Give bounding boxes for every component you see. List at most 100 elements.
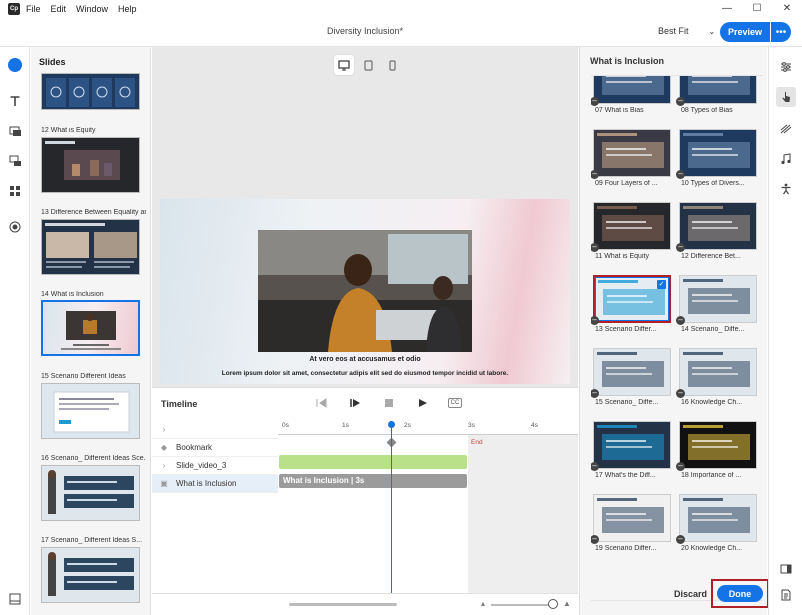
slide-picker-item[interactable]: –09 Four Layers of ... <box>591 129 671 191</box>
slide-picker-item[interactable]: –12 Difference Bet... <box>676 202 757 264</box>
slide-picker-thumbnail[interactable] <box>593 129 671 177</box>
more-options-button[interactable]: ••• <box>771 22 791 42</box>
slide-picker-thumbnail[interactable] <box>679 421 757 469</box>
slide-picker-item[interactable]: –11 What is Equity <box>591 202 671 264</box>
remove-icon[interactable]: – <box>676 535 685 544</box>
accessibility-icon[interactable] <box>778 181 794 197</box>
slide-picker-thumbnail[interactable] <box>679 494 757 542</box>
slide-picker-thumbnail[interactable] <box>593 421 671 469</box>
slide-thumbnail-17[interactable] <box>41 547 140 603</box>
slide-thumbnail-15[interactable] <box>41 383 140 439</box>
desktop-icon[interactable] <box>334 55 354 75</box>
remove-icon[interactable]: – <box>591 243 599 252</box>
timeline-row-expand[interactable]: › <box>152 421 278 439</box>
interactions-icon[interactable] <box>7 153 23 169</box>
tablet-icon[interactable] <box>358 55 378 75</box>
effects-icon[interactable] <box>778 121 794 137</box>
remove-icon[interactable]: – <box>676 170 685 179</box>
remove-icon[interactable]: – <box>676 462 685 471</box>
timeline-row-slide[interactable]: ▣ What is Inclusion <box>152 475 278 493</box>
slide-thumbnail-12[interactable] <box>41 137 140 193</box>
slide-picker-item[interactable]: –07 What is Bias <box>591 76 671 118</box>
playback-controls: CC <box>312 395 462 411</box>
slide-picker-item[interactable]: –14 Scenario_ Diffe... <box>676 275 757 337</box>
zoom-fit-select[interactable]: Best Fit ⌄ <box>658 26 715 36</box>
menu-window[interactable]: Window <box>76 4 108 14</box>
maximize-button[interactable]: ☐ <box>742 0 772 17</box>
menu-file[interactable]: File <box>26 4 41 14</box>
slide-picker-item[interactable]: –10 Types of Divers... <box>676 129 757 191</box>
menu-help[interactable]: Help <box>118 4 137 14</box>
slide-picker-thumbnail[interactable] <box>679 348 757 396</box>
slide-thumbnail-13[interactable] <box>41 219 140 275</box>
timeline-row-bookmark[interactable]: ◆ Bookmark <box>152 439 278 457</box>
close-button[interactable]: ✕ <box>772 0 802 17</box>
remove-icon[interactable]: – <box>591 170 599 179</box>
slide-picker-thumbnail[interactable] <box>593 494 671 542</box>
slide-picker-item[interactable]: –17 What's the Diff... <box>591 421 671 483</box>
slide-picker-item[interactable]: –20 Knowledge Ch... <box>676 494 757 556</box>
slide-picker-thumbnail[interactable]: ✓ <box>593 275 671 323</box>
timeline-row-video[interactable]: › Slide_video_3 <box>152 457 278 475</box>
slide-picker-item[interactable]: ✓ –13 Scenario Differ... <box>591 275 671 337</box>
slide-picker-item[interactable]: –18 Importance of ... <box>676 421 757 483</box>
minimize-button[interactable]: — <box>712 0 742 17</box>
remove-icon[interactable]: – <box>591 316 599 325</box>
zoom-out-icon[interactable]: ▴ <box>481 599 485 608</box>
slide-picker-thumbnail[interactable] <box>679 76 757 104</box>
slide-canvas[interactable]: At vero eos at accusamus et odio Lorem i… <box>160 199 570 384</box>
panel-toggle-icon[interactable] <box>778 561 794 577</box>
remove-icon[interactable]: – <box>676 243 685 252</box>
slide-picker-thumbnail[interactable] <box>679 202 757 250</box>
add-icon[interactable] <box>8 58 22 72</box>
slide-thumbnail-11[interactable] <box>41 73 140 110</box>
done-button[interactable]: Done <box>717 585 763 602</box>
play-from-start-icon[interactable] <box>346 395 364 411</box>
slide-picker-item[interactable]: –19 Scenario Differ... <box>591 494 671 556</box>
menu-edit[interactable]: Edit <box>51 4 67 14</box>
record-icon[interactable] <box>7 219 23 235</box>
play-icon[interactable] <box>414 395 432 411</box>
slide-picker-thumbnail[interactable] <box>679 129 757 177</box>
media-icon[interactable] <box>7 123 23 139</box>
assets-icon[interactable] <box>7 591 23 607</box>
playhead-handle[interactable] <box>388 421 395 428</box>
properties-icon[interactable] <box>778 59 794 75</box>
remove-icon[interactable]: – <box>676 389 685 398</box>
remove-icon[interactable]: – <box>591 535 599 544</box>
slide-picker-thumbnail[interactable] <box>593 348 671 396</box>
slide-thumbnail-16[interactable] <box>41 465 140 521</box>
previous-icon[interactable] <box>312 395 330 411</box>
closed-captions-icon[interactable]: CC <box>448 398 462 408</box>
timeline-scrollbar[interactable] <box>289 603 397 606</box>
slide-picker-thumbnail[interactable] <box>679 275 757 323</box>
slide-thumbnail-14[interactable] <box>41 300 140 356</box>
slide-duration-track[interactable]: What is Inclusion | 3s <box>279 474 467 488</box>
text-icon[interactable] <box>7 93 23 109</box>
document-icon[interactable] <box>778 587 794 603</box>
slide-picker-thumbnail[interactable] <box>593 202 671 250</box>
widgets-icon[interactable] <box>7 183 23 199</box>
remove-icon[interactable]: – <box>591 462 599 471</box>
zoom-in-icon[interactable]: ▲ <box>563 599 571 608</box>
interaction-icon[interactable] <box>776 87 796 107</box>
stop-icon[interactable] <box>380 395 398 411</box>
remove-icon[interactable]: – <box>591 389 599 398</box>
slide-picker-item[interactable]: –16 Knowledge Ch... <box>676 348 757 410</box>
remove-icon[interactable]: – <box>591 97 599 106</box>
preview-button[interactable]: Preview <box>720 22 770 42</box>
remove-icon[interactable]: – <box>676 97 685 106</box>
mobile-icon[interactable] <box>382 55 402 75</box>
slide-video[interactable] <box>258 230 472 352</box>
audio-icon[interactable] <box>778 151 794 167</box>
video-clip-track[interactable] <box>279 455 467 469</box>
slide-picker-thumbnail[interactable] <box>593 76 671 104</box>
discard-button[interactable]: Discard <box>674 589 707 599</box>
slide-picker-item[interactable]: –15 Scenario_ Diffe... <box>591 348 671 410</box>
slide-picker-label: 20 Knowledge Ch... <box>681 545 743 552</box>
playhead[interactable] <box>391 421 392 593</box>
slide-picker-item[interactable]: –08 Types of Bias <box>676 76 757 118</box>
zoom-slider-handle[interactable] <box>548 599 558 609</box>
remove-icon[interactable]: – <box>676 316 685 325</box>
zoom-slider[interactable] <box>491 604 551 606</box>
